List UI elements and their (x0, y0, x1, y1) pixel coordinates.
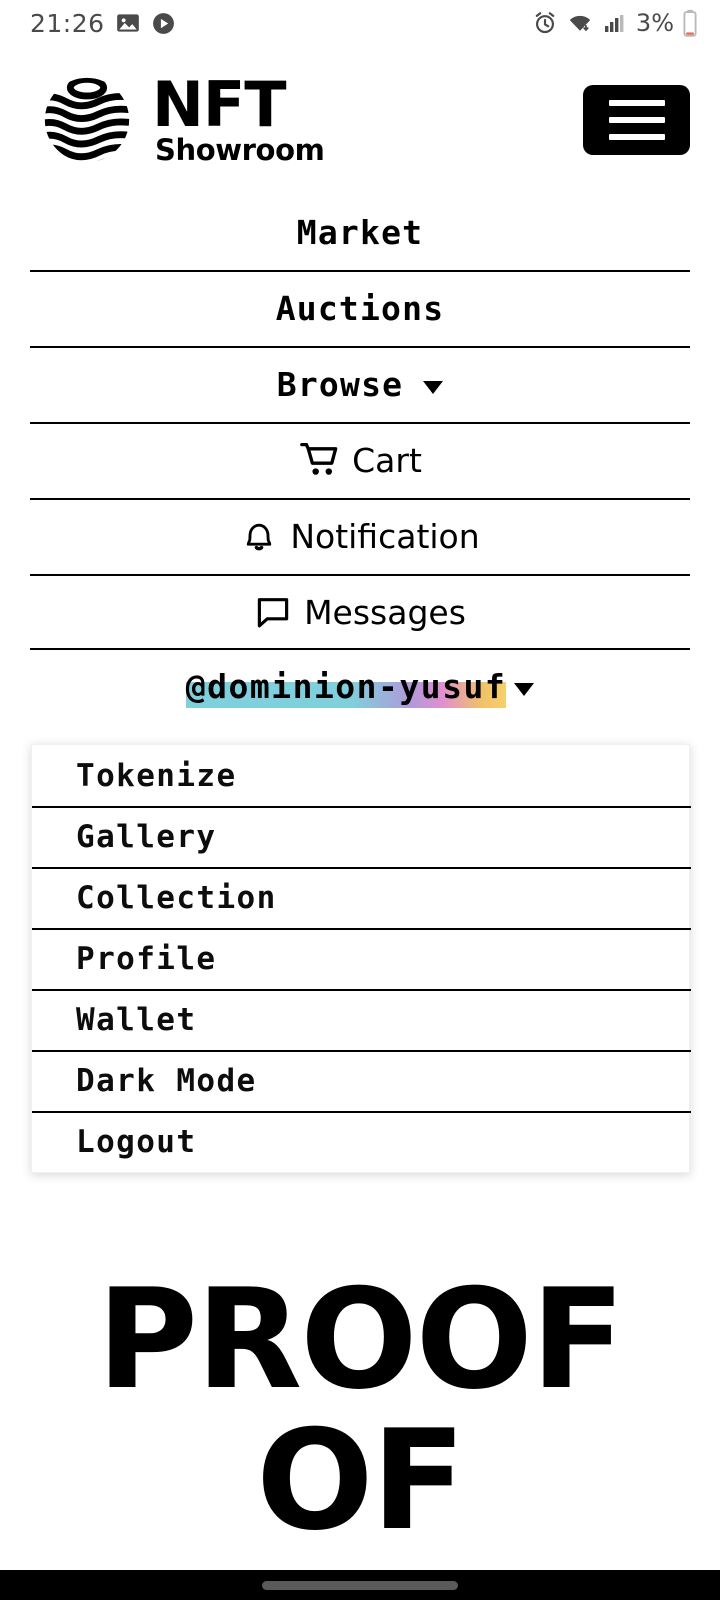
status-time: 21:26 (30, 8, 105, 38)
hero-line-2: OF (256, 1399, 466, 1561)
dropdown-item-wallet[interactable]: Wallet (32, 989, 691, 1050)
message-bubble-icon (254, 593, 292, 631)
nav-item-cart[interactable]: Cart (0, 422, 720, 498)
shopping-cart-icon (298, 439, 340, 481)
nav-item-market[interactable]: Market (0, 194, 720, 270)
dropdown-item-logout[interactable]: Logout (32, 1111, 691, 1172)
nav-item-label: Browse (276, 364, 404, 404)
dropdown-item-label: Profile (76, 940, 217, 977)
dropdown-item-profile[interactable]: Profile (32, 928, 691, 989)
user-dropdown-menu: Tokenize Gallery Collection Profile Wall… (31, 744, 691, 1173)
brand-subtitle: Showroom (155, 132, 325, 167)
bell-icon (240, 516, 278, 556)
brand-text: NFT Showroom (152, 67, 325, 167)
hamburger-line-2 (608, 117, 665, 123)
nav-item-notification[interactable]: Notification (0, 498, 720, 574)
brand-title: NFT (152, 67, 287, 141)
image-icon (115, 10, 141, 36)
nav-item-messages[interactable]: Messages (0, 574, 720, 650)
dropdown-item-label: Wallet (76, 1001, 197, 1038)
dropdown-item-label: Collection (76, 879, 277, 916)
battery-icon (682, 9, 698, 37)
alarm-icon (532, 10, 558, 36)
hero-heading: PROOF OF (0, 1259, 720, 1561)
username-wrap: @dominion-yusuf (185, 666, 507, 708)
status-bar-left: 21:26 (30, 9, 176, 38)
dropdown-item-tokenize[interactable]: Tokenize (32, 745, 689, 806)
nav-item-auctions[interactable]: Auctions (0, 270, 720, 346)
nav-item-label: Market (296, 212, 424, 252)
hamburger-line-1 (608, 100, 665, 106)
hero-line-1: PROOF (96, 1259, 625, 1420)
nav-item-label: Notification (290, 516, 480, 556)
dropdown-item-label: Dark Mode (76, 1062, 257, 1099)
app-header: NFT Showroom (0, 46, 720, 194)
hamburger-menu-button[interactable] (583, 85, 690, 155)
status-bar: 21:26 3% (0, 0, 720, 46)
brand-logo-group[interactable]: NFT Showroom (38, 67, 325, 169)
chevron-down-icon (514, 682, 535, 696)
nft-showroom-sphere-logo-icon (38, 71, 136, 169)
dropdown-item-label: Gallery (76, 818, 217, 855)
wifi-icon (566, 10, 594, 36)
status-bar-right: 3% (532, 9, 698, 37)
nav-item-label: Messages (304, 592, 466, 632)
dropdown-item-gallery[interactable]: Gallery (32, 806, 691, 867)
dropdown-item-label: Logout (76, 1123, 197, 1160)
signal-icon (602, 11, 626, 35)
dropdown-item-collection[interactable]: Collection (32, 867, 691, 928)
hamburger-line-3 (608, 134, 665, 140)
battery-percent-label: 3% (635, 9, 674, 37)
main-nav-list: Market Auctions Browse Cart Notification (0, 194, 720, 650)
nav-item-label: Cart (352, 440, 422, 480)
home-indicator-pill[interactable] (262, 1580, 458, 1590)
nav-item-label: Auctions (275, 288, 445, 328)
dropdown-item-label: Tokenize (76, 757, 237, 794)
user-menu-toggle[interactable]: @dominion-yusuf (0, 648, 720, 724)
system-navigation-bar (0, 1570, 720, 1600)
chevron-down-icon (423, 380, 444, 394)
dropdown-item-dark-mode[interactable]: Dark Mode (32, 1050, 691, 1111)
username-label: @dominion-yusuf (185, 666, 507, 706)
play-circle-icon (151, 11, 176, 36)
nav-item-browse[interactable]: Browse (0, 346, 720, 422)
